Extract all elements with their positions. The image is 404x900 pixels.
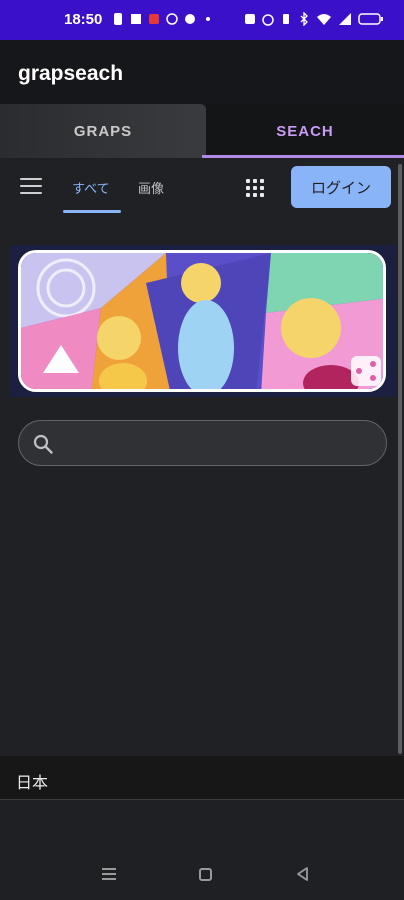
system-icons (244, 12, 384, 26)
footer: 日本 (0, 756, 404, 800)
doodle-illustration (21, 253, 383, 389)
tab-graps[interactable]: GRAPS (0, 104, 206, 158)
notification-icon (166, 13, 178, 25)
footer-country: 日本 (16, 775, 49, 792)
app-bar: grapseach (0, 40, 404, 104)
nfc-icon (245, 14, 255, 24)
notification-icon (149, 14, 159, 24)
apps-grid-icon[interactable] (246, 179, 264, 197)
nav-tab-images[interactable]: 画像 (138, 178, 164, 197)
tab-bar: GRAPS SEACH (0, 104, 404, 158)
signal-icon (339, 13, 351, 25)
scrollbar[interactable] (398, 164, 402, 754)
tab-seach[interactable]: SEACH (206, 104, 404, 158)
nav-tab-underline (63, 210, 121, 213)
notification-icon (114, 13, 122, 25)
menu-icon[interactable] (20, 178, 42, 196)
back-icon[interactable] (295, 866, 311, 882)
app-title: grapseach (18, 62, 124, 85)
nav-tab-all[interactable]: すべて (72, 178, 110, 197)
vibrate-icon (283, 14, 289, 24)
search-icon (33, 434, 53, 454)
tab-indicator (202, 155, 404, 158)
share-icon[interactable] (351, 356, 381, 386)
search-input[interactable] (18, 420, 387, 466)
navigation-bar (0, 800, 404, 900)
alarm-icon (262, 14, 274, 26)
dot-icon (206, 17, 210, 21)
notification-icons (112, 12, 214, 26)
google-doodle[interactable] (10, 245, 396, 397)
login-button[interactable]: ログイン (291, 166, 391, 208)
wifi-icon (317, 14, 331, 25)
bluetooth-icon (300, 12, 308, 26)
doodle-image[interactable] (18, 250, 386, 392)
notification-icon (131, 14, 141, 24)
chat-icon (185, 14, 195, 24)
home-icon[interactable] (199, 868, 212, 881)
recent-apps-icon[interactable] (102, 868, 116, 882)
battery-icon (358, 13, 383, 25)
status-bar: 18:50 (0, 0, 404, 40)
status-time: 18:50 (64, 11, 103, 28)
